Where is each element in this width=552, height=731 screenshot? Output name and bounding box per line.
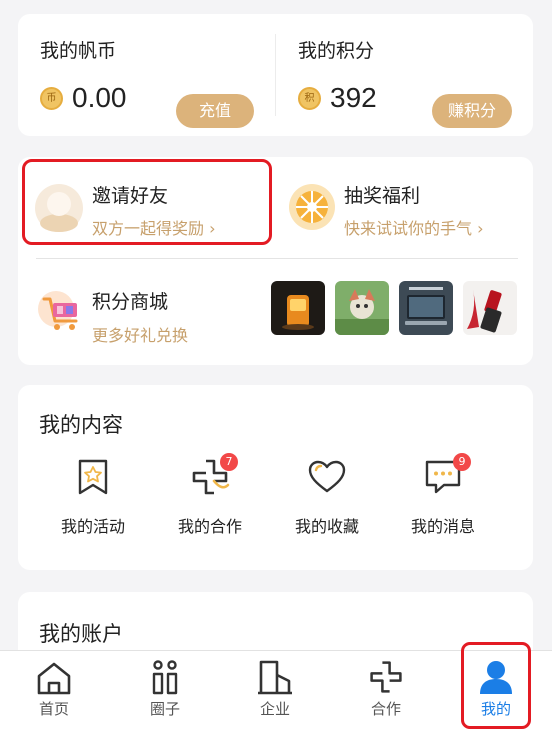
points-coin-icon: 积 <box>298 87 321 110</box>
recharge-button[interactable]: 充值 <box>176 94 254 128</box>
my-activities-item[interactable]: 我的活动 <box>43 455 143 537</box>
product-thumbnail-lipstick[interactable] <box>463 281 517 335</box>
points-value: 392 <box>330 82 377 113</box>
enterprise-icon <box>230 651 320 695</box>
wallet-card: 我的帆币 币 0.00 充值 我的积分 积 392 赚积分 <box>18 14 533 136</box>
lottery-title: 抽奖福利 <box>344 185 421 207</box>
my-content-title: 我的内容 <box>39 413 123 437</box>
points-mall-entry[interactable]: 积分商城 更多好礼兑换 <box>18 261 268 361</box>
product-thumbnail-figure[interactable] <box>335 281 389 335</box>
circle-icon <box>120 651 210 695</box>
heart-icon <box>277 455 377 499</box>
activity-card: 邀请好友 双方一起得奖励 › 抽奖福利 快来试试你的手气 › 积分商城 更多好礼… <box>18 157 533 365</box>
my-cooperation-label: 我的合作 <box>177 517 242 536</box>
product-thumbnail-lamp[interactable] <box>271 281 325 335</box>
my-favorites-item[interactable]: 我的收藏 <box>277 455 377 537</box>
mall-title: 积分商城 <box>92 291 169 313</box>
lottery-wheel-icon <box>288 183 336 231</box>
tab-enterprise[interactable]: 企业 <box>230 651 320 731</box>
my-cooperation-item[interactable]: 7 我的合作 <box>160 453 260 537</box>
points-section: 我的积分 积 392 赚积分 <box>276 14 533 136</box>
shopping-cart-icon <box>36 287 84 335</box>
tab-home[interactable]: 首页 <box>9 651 99 731</box>
coins-title: 我的帆币 <box>40 40 117 62</box>
bookmark-star-icon <box>43 455 143 499</box>
home-icon <box>9 651 99 695</box>
lottery-entry[interactable]: 抽奖福利 快来试试你的手气 › <box>276 157 533 249</box>
points-title: 我的积分 <box>298 40 375 62</box>
earn-points-button[interactable]: 赚积分 <box>432 94 512 128</box>
coins-value: 0.00 <box>72 82 127 113</box>
tab-circle-label: 圈子 <box>149 700 180 718</box>
my-favorites-label: 我的收藏 <box>294 517 359 536</box>
tab-enterprise-label: 企业 <box>259 700 290 718</box>
lottery-subtitle: 快来试试你的手气 › <box>344 219 484 238</box>
my-account-title: 我的账户 <box>39 622 123 646</box>
messages-badge: 9 <box>453 453 471 471</box>
coin-icon: 币 <box>40 87 63 110</box>
my-content-card: 我的内容 我的活动 7 我的合作 我的收藏 9 我的消息 <box>18 385 533 570</box>
cooperation-icon: 7 <box>160 453 260 499</box>
tab-cooperation-label: 合作 <box>370 700 401 718</box>
my-activities-label: 我的活动 <box>60 517 125 536</box>
tab-mine-highlight-box <box>461 642 531 729</box>
activity-divider <box>36 258 518 259</box>
my-messages-label: 我的消息 <box>410 517 475 536</box>
tab-home-label: 首页 <box>38 700 69 718</box>
message-icon: 9 <box>393 453 493 499</box>
cooperation-icon <box>341 651 431 695</box>
mall-subtitle: 更多好礼兑换 <box>92 326 189 345</box>
product-thumbnail-tablet[interactable] <box>399 281 453 335</box>
coins-section: 我的帆币 币 0.00 充值 <box>18 14 275 136</box>
cooperation-badge: 7 <box>220 453 238 471</box>
tab-circle[interactable]: 圈子 <box>120 651 210 731</box>
tab-cooperation[interactable]: 合作 <box>341 651 431 731</box>
invite-highlight-box <box>22 159 272 245</box>
my-messages-item[interactable]: 9 我的消息 <box>393 453 493 537</box>
